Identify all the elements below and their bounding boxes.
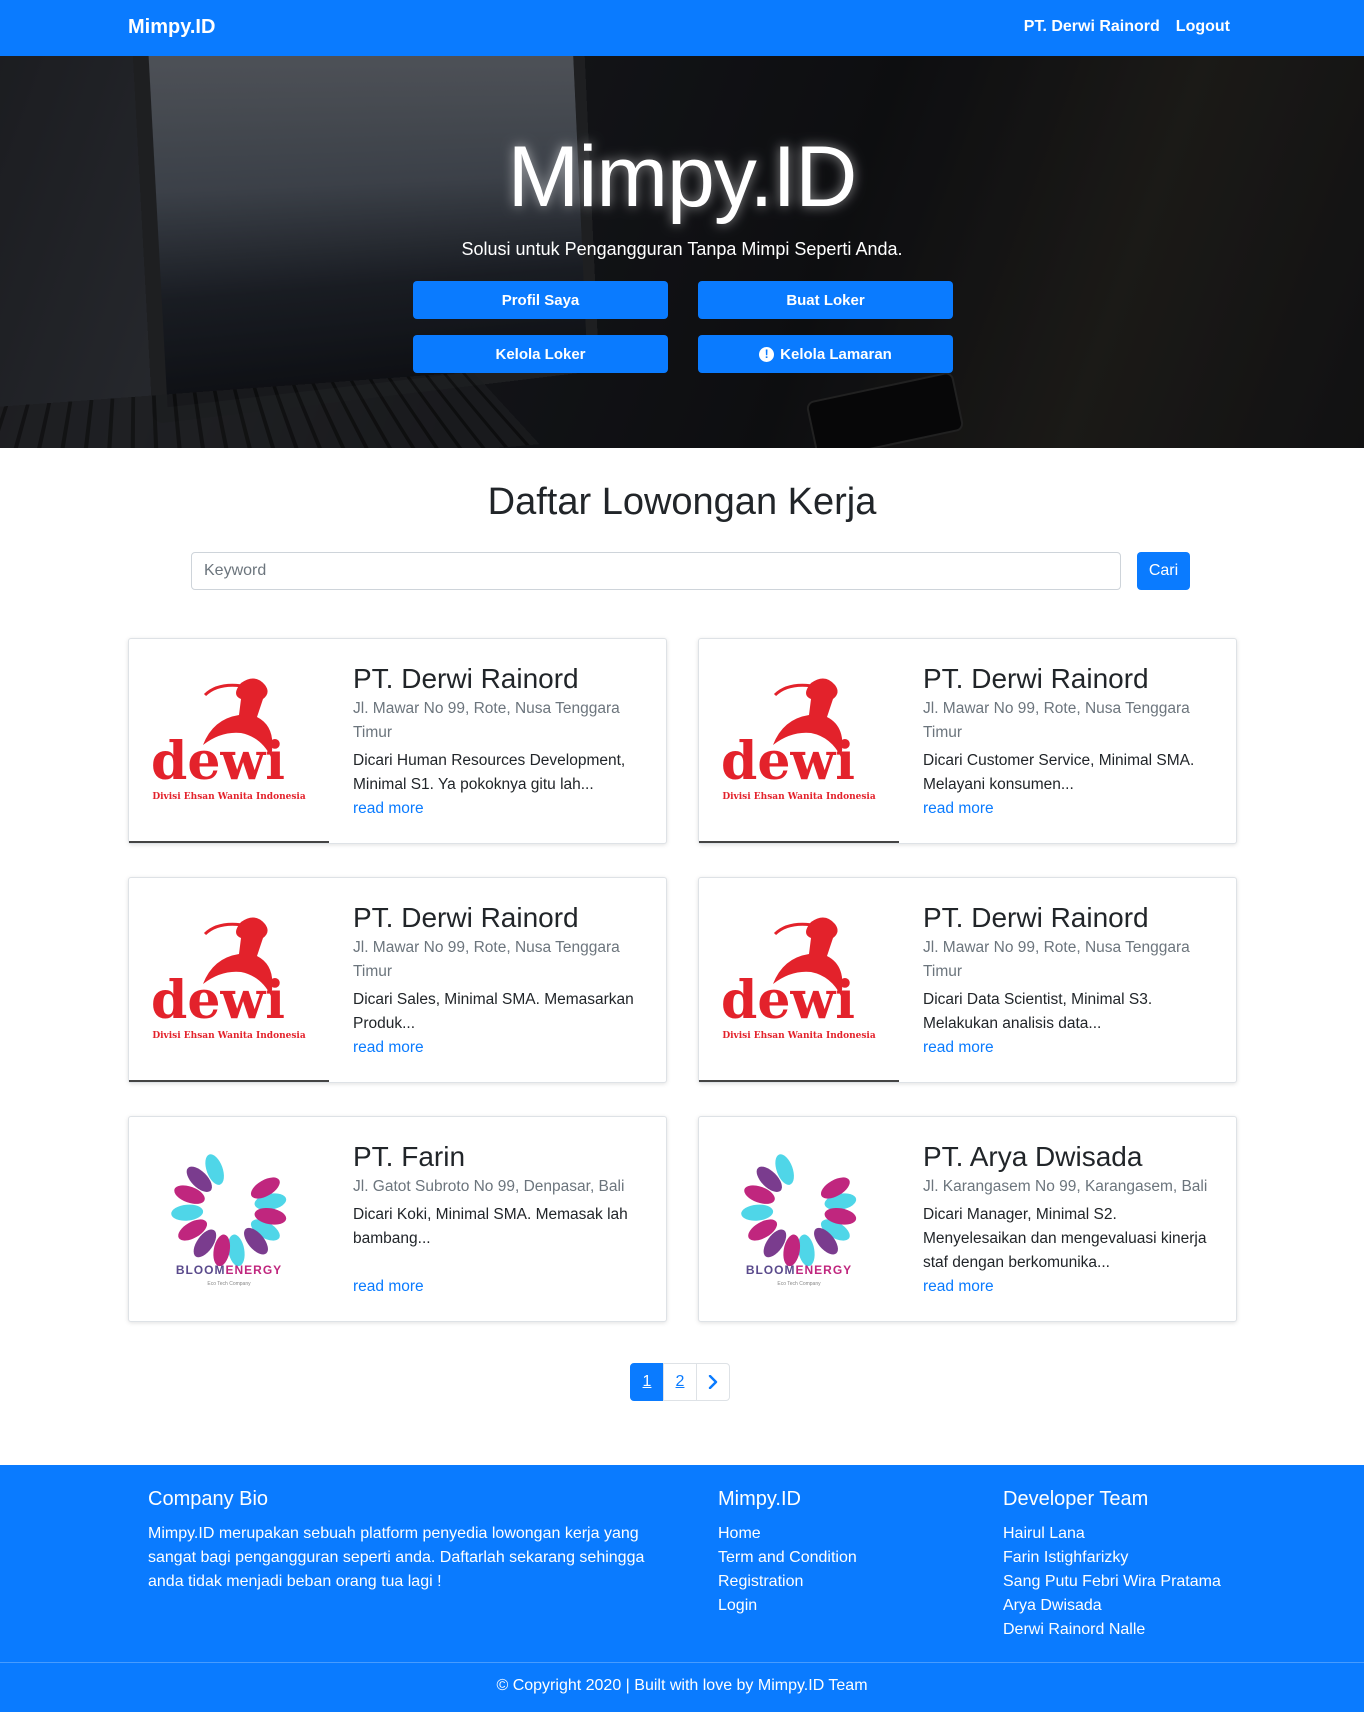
section-title: Daftar Lowongan Kerja <box>487 481 877 523</box>
footer-divider <box>0 1662 1364 1663</box>
dewi-logo-tagline: Divisi Ehsan Wanita Indonesia <box>152 792 306 802</box>
team-member: Farin Istighfarizky <box>1003 1549 1129 1566</box>
dewi-logo-tagline: Divisi Ehsan Wanita Indonesia <box>722 792 876 802</box>
dewi-logo-word: dewi <box>151 731 285 792</box>
bloomenergy-logo: BLOOMENERGY Eco Tech Company <box>129 1117 329 1321</box>
footer-bio-text: Mimpy.ID merupakan sebuah platform penye… <box>148 1525 645 1590</box>
job-description: Dicari Data Scientist, Minimal S3. Melak… <box>923 991 1153 1032</box>
exclamation-circle-icon: ! <box>759 346 775 362</box>
footer-link-home[interactable]: Home <box>718 1525 761 1542</box>
job-company: PT. Farin <box>353 1141 466 1172</box>
job-description: Dicari Koki, Minimal SMA. Memasak lah ba… <box>353 1206 628 1247</box>
bloom-logo-tagline: Eco Tech Company <box>777 1281 821 1287</box>
job-company: PT. Derwi Rainord <box>923 902 1149 933</box>
job-address: Jl. Karangasem No 99, Karangasem, Bali <box>923 1178 1208 1195</box>
hero-banner: Mimpy.ID Solusi untuk Pengangguran Tanpa… <box>0 56 1364 448</box>
footer-link-registration[interactable]: Registration <box>718 1573 803 1590</box>
footer-links-list: Home Term and Condition Registration Log… <box>718 1522 857 1618</box>
job-card: BLOOMENERGY Eco Tech Company PT. Arya Dw… <box>698 1116 1237 1322</box>
job-card: dewi Divisi Ehsan Wanita Indonesia PT. D… <box>128 877 667 1083</box>
svg-text:BLOOMENERGY: BLOOMENERGY <box>746 1263 852 1277</box>
bloom-logo-word-1: BLOOM <box>176 1263 226 1277</box>
read-more-link[interactable]: read more <box>923 1275 994 1299</box>
dewi-logo-word: dewi <box>151 970 285 1031</box>
job-company: PT. Derwi Rainord <box>353 663 579 694</box>
job-description: Dicari Sales, Minimal SMA. Memasarkan Pr… <box>353 991 634 1032</box>
team-member: Arya Dwisada <box>1003 1597 1102 1614</box>
brand-link[interactable]: Mimpy.ID <box>128 16 215 39</box>
kelola-lamaran-button[interactable]: ! Kelola Lamaran <box>698 335 953 373</box>
kelola-lamaran-label: Kelola Lamaran <box>780 345 892 363</box>
read-more-link[interactable]: read more <box>923 797 994 821</box>
buat-loker-button[interactable]: Buat Loker <box>698 281 953 319</box>
read-more-link[interactable]: read more <box>353 797 424 821</box>
job-description: Dicari Manager, Minimal S2. Menyelesaika… <box>923 1206 1207 1271</box>
kelola-loker-button[interactable]: Kelola Loker <box>413 335 668 373</box>
job-card-body: PT. Arya Dwisada Jl. Karangasem No 99, K… <box>923 1141 1223 1275</box>
next-page-link[interactable] <box>696 1363 730 1401</box>
dewi-logo: dewi Divisi Ehsan Wanita Indonesia <box>129 878 329 1082</box>
job-card: dewi Divisi Ehsan Wanita Indonesia PT. D… <box>698 638 1237 844</box>
job-card-body: PT. Derwi Rainord Jl. Mawar No 99, Rote,… <box>353 663 653 797</box>
navbar-right: PT. Derwi Rainord Logout <box>1024 18 1230 36</box>
read-more-link[interactable]: read more <box>353 1275 424 1299</box>
dewi-logo: dewi Divisi Ehsan Wanita Indonesia <box>699 878 899 1082</box>
dewi-logo: dewi Divisi Ehsan Wanita Indonesia <box>129 639 329 843</box>
dewi-logo-word: dewi <box>721 970 855 1031</box>
team-member: Derwi Rainord Nalle <box>1003 1621 1146 1638</box>
job-address: Jl. Gatot Subroto No 99, Denpasar, Bali <box>353 1178 625 1195</box>
navbar: Mimpy.ID PT. Derwi Rainord Logout <box>0 0 1364 56</box>
dewi-logo: dewi Divisi Ehsan Wanita Indonesia <box>699 639 899 843</box>
keyword-search-input[interactable] <box>191 552 1121 590</box>
bloom-logo-word-1: BLOOM <box>746 1263 796 1277</box>
job-company: PT. Derwi Rainord <box>353 902 579 933</box>
page-1-link[interactable]: 1 <box>630 1363 664 1401</box>
job-company: PT. Derwi Rainord <box>923 663 1149 694</box>
hero-subtitle: Solusi untuk Pengangguran Tanpa Mimpi Se… <box>461 239 903 259</box>
job-card-body: PT. Farin Jl. Gatot Subroto No 99, Denpa… <box>353 1141 653 1251</box>
footer-bio-title: Company Bio <box>148 1488 269 1510</box>
bloom-logo-word-2: ENERGY <box>225 1263 282 1277</box>
read-more-link[interactable]: read more <box>353 1036 424 1060</box>
pagination: 1 2 <box>630 1363 730 1401</box>
dewi-logo-tagline: Divisi Ehsan Wanita Indonesia <box>722 1031 876 1041</box>
footer-team-list: Hairul Lana Farin Istighfarizky Sang Put… <box>1003 1522 1221 1642</box>
footer-link-terms[interactable]: Term and Condition <box>718 1549 857 1566</box>
footer-team-title: Developer Team <box>1003 1488 1149 1510</box>
job-card-body: PT. Derwi Rainord Jl. Mawar No 99, Rote,… <box>923 663 1223 797</box>
job-card: BLOOMENERGY Eco Tech Company PT. Farin J… <box>128 1116 667 1322</box>
job-address: Jl. Mawar No 99, Rote, Nusa Tenggara Tim… <box>353 939 620 980</box>
dewi-logo-tagline: Divisi Ehsan Wanita Indonesia <box>152 1031 306 1041</box>
cari-button[interactable]: Cari <box>1137 552 1190 590</box>
bloom-logo-word-2: ENERGY <box>795 1263 852 1277</box>
footer-link-login[interactable]: Login <box>718 1597 757 1614</box>
read-more-link[interactable]: read more <box>923 1036 994 1060</box>
footer: Company Bio Mimpy.ID merupakan sebuah pl… <box>0 1465 1364 1712</box>
footer-links-title: Mimpy.ID <box>718 1488 801 1510</box>
job-card: dewi Divisi Ehsan Wanita Indonesia PT. D… <box>698 877 1237 1083</box>
svg-text:BLOOMENERGY: BLOOMENERGY <box>176 1263 282 1277</box>
dewi-logo-word: dewi <box>721 731 855 792</box>
job-address: Jl. Mawar No 99, Rote, Nusa Tenggara Tim… <box>923 939 1190 980</box>
nav-user-link[interactable]: PT. Derwi Rainord <box>1024 18 1160 36</box>
profil-saya-button[interactable]: Profil Saya <box>413 281 668 319</box>
job-card-body: PT. Derwi Rainord Jl. Mawar No 99, Rote,… <box>923 902 1223 1036</box>
job-address: Jl. Mawar No 99, Rote, Nusa Tenggara Tim… <box>923 700 1190 741</box>
job-card: dewi Divisi Ehsan Wanita Indonesia PT. D… <box>128 638 667 844</box>
job-card-body: PT. Derwi Rainord Jl. Mawar No 99, Rote,… <box>353 902 653 1036</box>
job-description: Dicari Human Resources Development, Mini… <box>353 752 626 793</box>
page-2-link[interactable]: 2 <box>663 1363 697 1401</box>
team-member: Hairul Lana <box>1003 1525 1085 1542</box>
bloomenergy-logo: BLOOMENERGY Eco Tech Company <box>699 1117 899 1321</box>
job-description: Dicari Customer Service, Minimal SMA. Me… <box>923 752 1195 793</box>
team-member: Sang Putu Febri Wira Pratama <box>1003 1573 1221 1590</box>
nav-logout-link[interactable]: Logout <box>1176 18 1230 36</box>
hero-title: Mimpy.ID <box>507 129 858 225</box>
footer-copyright: © Copyright 2020 | Built with love by Mi… <box>496 1677 868 1694</box>
chevron-right-icon <box>708 1375 718 1389</box>
job-company: PT. Arya Dwisada <box>923 1141 1143 1172</box>
bloom-logo-tagline: Eco Tech Company <box>207 1281 251 1287</box>
job-address: Jl. Mawar No 99, Rote, Nusa Tenggara Tim… <box>353 700 620 741</box>
